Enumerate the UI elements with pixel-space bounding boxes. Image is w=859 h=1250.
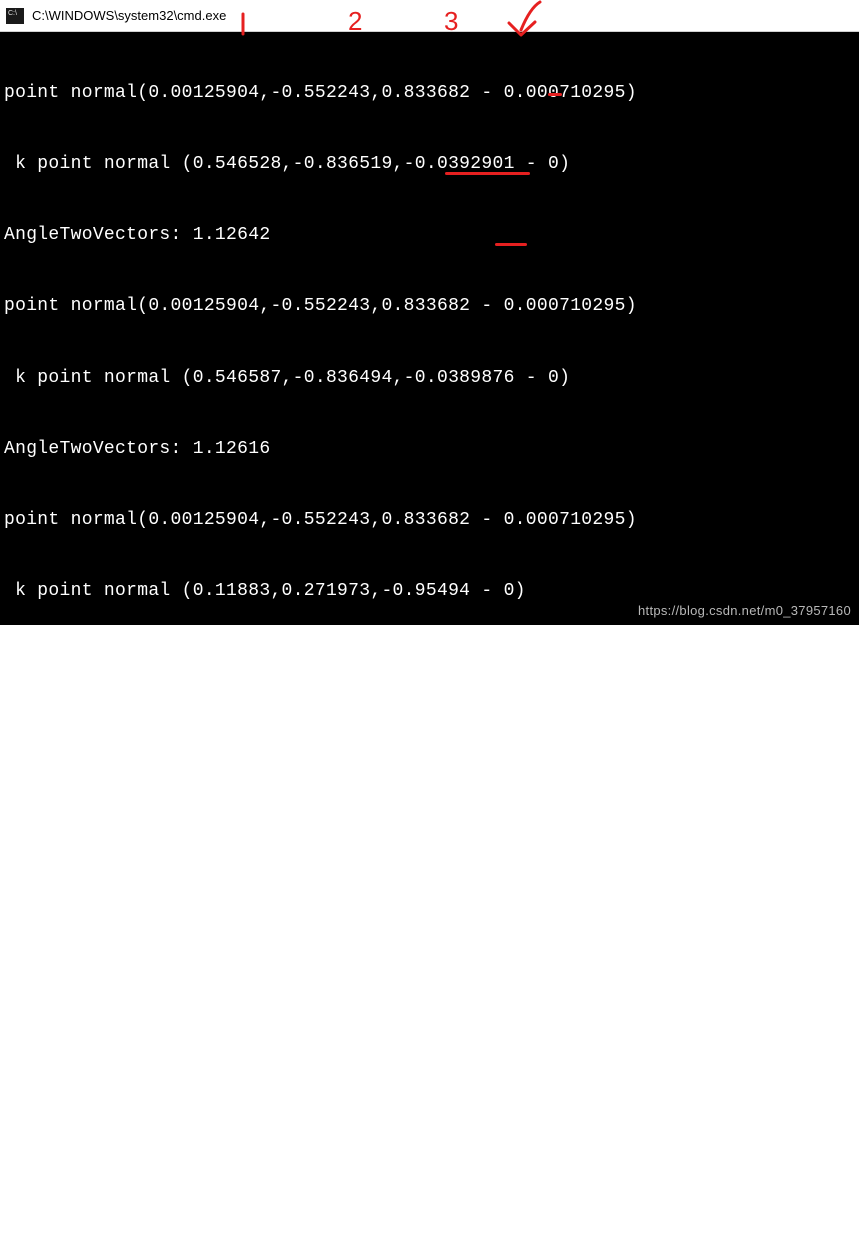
output-line: point normal(-0.695716,-0.59188,-0.40701… [4,723,855,747]
output-line: point normal(-0.695716,-0.59188,-0.40701… [4,1150,855,1174]
output-line: k point normal (0.546528,-0.836519,-0.03… [4,153,855,177]
titlebar-path: C:\WINDOWS\system32\cmd.exe [32,8,226,23]
output-line: AngleTwoVectors: 1.43972 [4,1079,855,1103]
output-line: AngleTwoVectors: 1.43954 [4,865,855,889]
output-line: k point normal (0.11883,0.271973,-0.9549… [4,1222,855,1246]
output-line: k point normal (0.546528,-0.836519,-0.03… [4,794,855,818]
output-line: point normal(0.00125904,-0.552243,0.8336… [4,82,855,106]
output-line: AngleTwoVectors: 2.81196 [4,652,855,676]
watermark: https://blog.csdn.net/m0_37957160 [638,602,851,619]
cmd-icon [6,8,24,24]
output-line: k point normal (0.11883,0.271973,-0.9549… [4,580,855,604]
output-line: AngleTwoVectors: 1.12616 [4,438,855,462]
output-line: point normal(-0.695716,-0.59188,-0.40701… [4,937,855,961]
titlebar[interactable]: C:\WINDOWS\system32\cmd.exe [0,0,859,32]
output-line: point normal(0.00125904,-0.552243,0.8336… [4,509,855,533]
output-line: k point normal (0.546587,-0.836494,-0.03… [4,1008,855,1032]
terminal-output: point normal(0.00125904,-0.552243,0.8336… [0,32,859,625]
output-line: k point normal (0.546587,-0.836494,-0.03… [4,367,855,391]
output-line: AngleTwoVectors: 1.12642 [4,224,855,248]
output-line: point normal(0.00125904,-0.552243,0.8336… [4,295,855,319]
